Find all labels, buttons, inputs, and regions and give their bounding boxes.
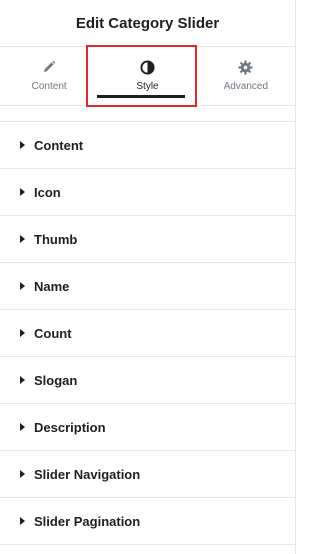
section-label: Thumb (34, 231, 78, 247)
section-name[interactable]: Name (0, 263, 295, 310)
section-label: Count (34, 325, 72, 341)
tab-content-label: Content (31, 81, 67, 92)
section-list: Content Icon Thumb Name Count Slogan Des… (0, 121, 295, 545)
caret-right-icon (20, 517, 25, 525)
panel-header: Edit Category Slider (0, 0, 295, 47)
caret-right-icon (20, 188, 25, 196)
caret-right-icon (20, 235, 25, 243)
section-label: Content (34, 137, 84, 153)
contrast-icon (139, 59, 155, 75)
section-label: Slider Navigation (34, 466, 141, 482)
caret-right-icon (20, 141, 25, 149)
section-label: Icon (34, 184, 61, 200)
section-slogan[interactable]: Slogan (0, 357, 295, 404)
caret-right-icon (20, 329, 25, 337)
section-label: Slider Pagination (34, 513, 141, 529)
panel-title: Edit Category Slider (75, 14, 220, 32)
section-slider-pagination[interactable]: Slider Pagination (0, 498, 295, 545)
editor-panel: Edit Category Slider Content Style Advan… (0, 0, 296, 554)
tab-style-label: Style (136, 81, 159, 92)
section-description[interactable]: Description (0, 404, 295, 451)
caret-right-icon (20, 282, 25, 290)
pencil-icon (41, 59, 57, 75)
caret-right-icon (20, 376, 25, 384)
gear-icon (238, 59, 254, 75)
tab-content[interactable]: Content (0, 47, 98, 105)
section-thumb[interactable]: Thumb (0, 216, 295, 263)
tab-bar: Content Style Advanced (0, 47, 295, 106)
caret-right-icon (20, 470, 25, 478)
section-label: Name (34, 278, 70, 294)
section-count[interactable]: Count (0, 310, 295, 357)
section-content[interactable]: Content (0, 122, 295, 169)
section-label: Description (34, 419, 106, 435)
section-icon[interactable]: Icon (0, 169, 295, 216)
section-slider-navigation[interactable]: Slider Navigation (0, 451, 295, 498)
caret-right-icon (20, 423, 25, 431)
tab-advanced-label: Advanced (223, 81, 269, 92)
active-tab-indicator (97, 95, 185, 98)
section-label: Slogan (34, 372, 78, 388)
tab-advanced[interactable]: Advanced (197, 47, 295, 105)
